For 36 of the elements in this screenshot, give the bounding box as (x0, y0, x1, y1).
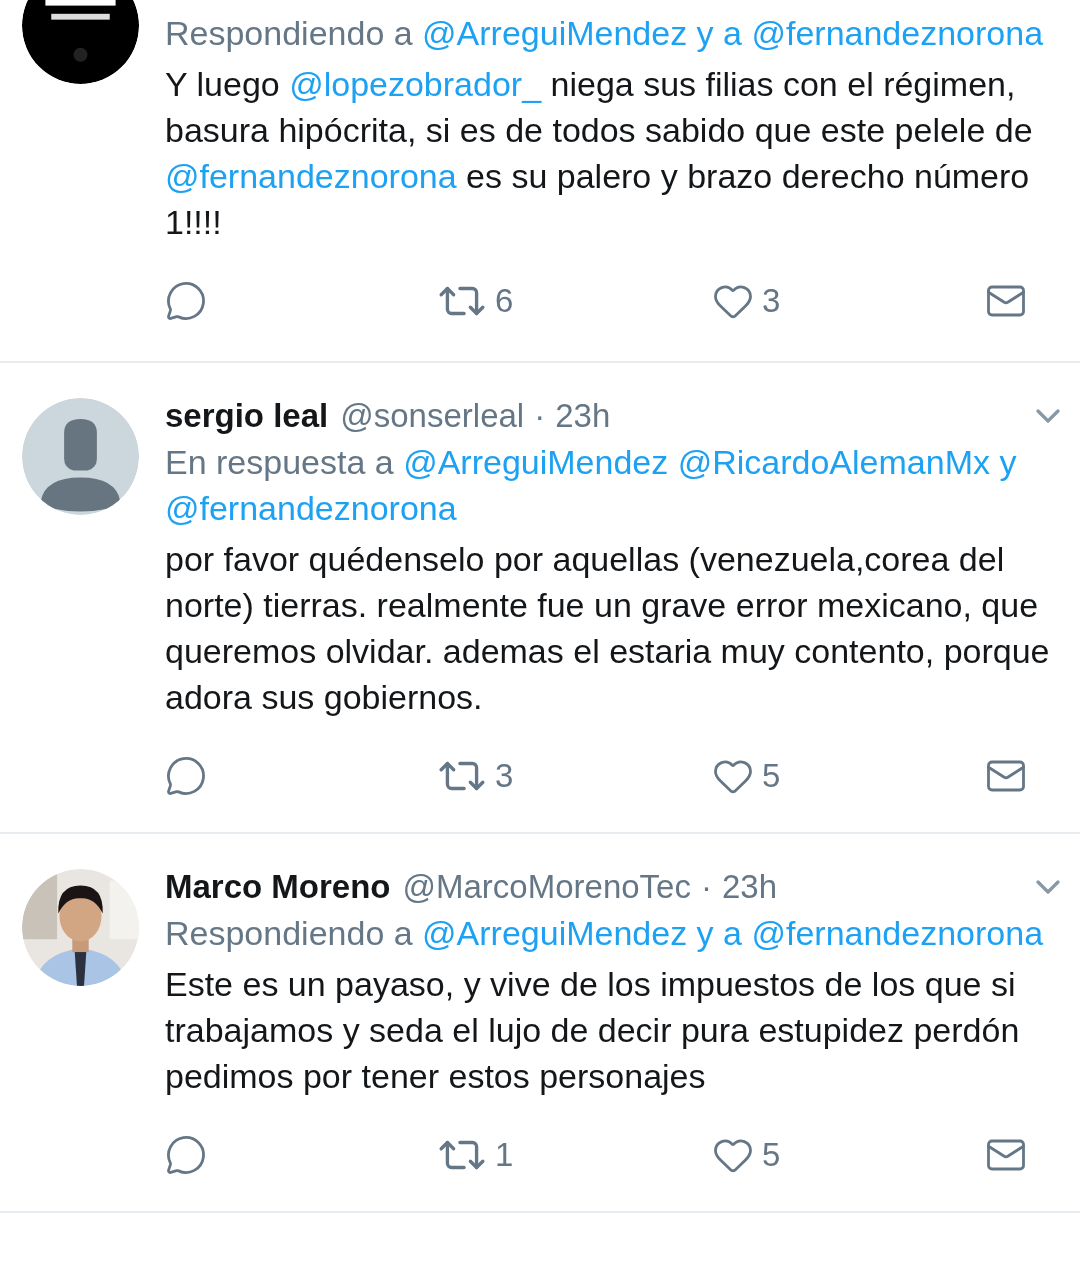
mention-link[interactable]: @ArreguiMendez y a (422, 914, 742, 952)
tweet-time: 23h (721, 867, 778, 908)
tweet-text: por favor quédenselo por aquellas (venezuela,corea del norte) tierras. realmente fue un grave error mexicano, que queremos olvidar. ademas el estaria muy contento, porque adora sus gobiernos. (165, 539, 1051, 718)
reply-button[interactable] (165, 280, 207, 322)
action-count: 6 (495, 281, 514, 322)
tweet-text: Y luego @lopezobrador_ niega sus filias con el régimen, basura hipócrita, si es de todos sabido que este pelele de @fernandeznorona es su palero y brazo derecho número 1!!!! (165, 64, 1034, 243)
user-handle: @sonserleal (340, 396, 525, 437)
action-count: 5 (762, 1135, 781, 1176)
mention-link[interactable]: @ArreguiMendez (403, 443, 669, 481)
separator-dot: · (700, 867, 712, 908)
reply-context: Respondiendo a @ArreguiMendez y a @fernandeznorona (165, 13, 1045, 54)
user-name[interactable]: Marco Moreno (165, 862, 391, 912)
action-count: 3 (762, 281, 781, 322)
mention-link[interactable]: @fernandeznorona (751, 14, 1044, 52)
tweet-text: Este es un payaso, y vive de los impuestos de los que si trabajamos y seda el lujo de decir pura estupidez perdón pedimos por tener estos personajes (165, 964, 1021, 1097)
reply-icon (165, 280, 207, 322)
mention-link[interactable]: @lopezobrador_ (289, 65, 542, 103)
action-count: 3 (495, 756, 514, 797)
reply-icon (165, 1134, 207, 1176)
reply-button[interactable] (165, 1134, 207, 1176)
default-avatar-icon (22, 398, 139, 515)
reply-button[interactable] (165, 755, 207, 797)
action-count: 5 (762, 756, 781, 797)
mention-link[interactable]: @ArreguiMendez y a (422, 14, 742, 52)
action-count: 1 (495, 1135, 514, 1176)
tweet-time: 23h (555, 396, 611, 437)
mention-link[interactable]: @fernandeznorona (165, 157, 457, 195)
reply-context: En respuesta a @ArreguiMendez @RicardoAlemanMx y @fernandeznorona (165, 442, 1018, 529)
separator-dot: · (534, 396, 546, 437)
mention-link[interactable]: @RicardoAlemanMx y (677, 443, 1017, 481)
mention-link[interactable]: @fernandeznorona (165, 489, 457, 527)
reply-context: Respondiendo a @ArreguiMendez y a @fernandeznorona (165, 913, 1045, 954)
user-handle: @MarcoMorenoTec (402, 867, 691, 908)
reply-icon (165, 755, 207, 797)
mention-link[interactable]: @fernandeznorona (751, 914, 1044, 952)
user-name[interactable]: sergio leal (165, 391, 329, 441)
